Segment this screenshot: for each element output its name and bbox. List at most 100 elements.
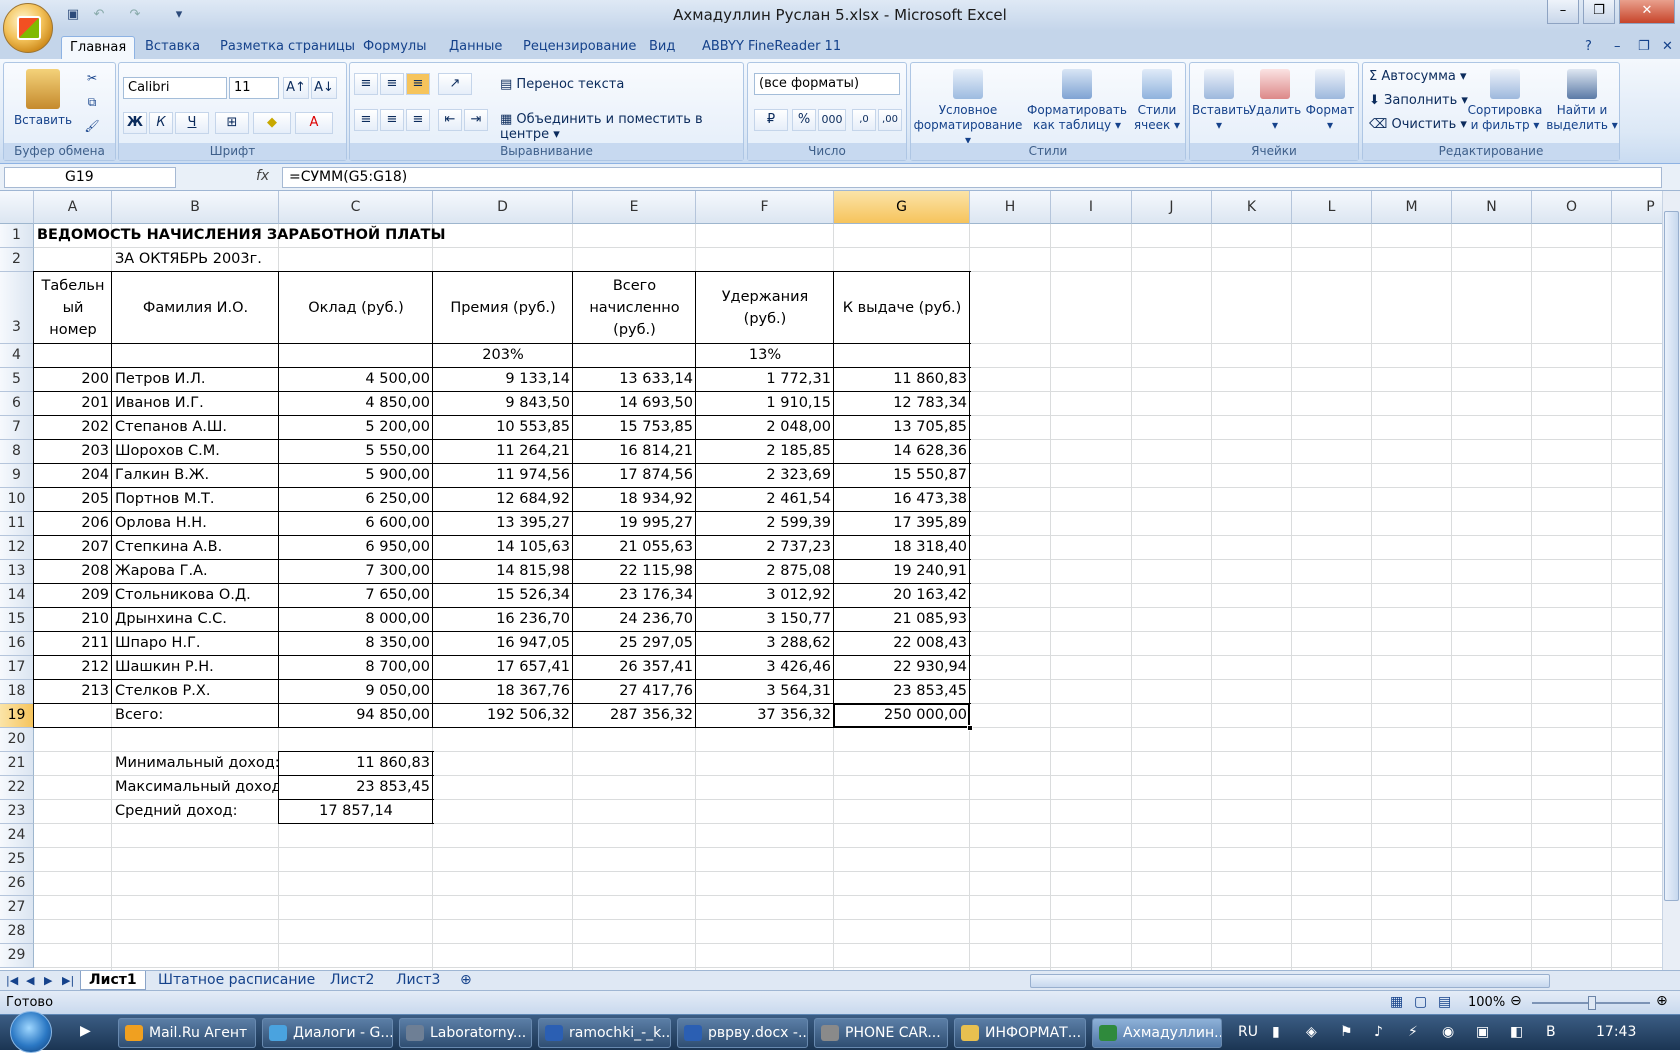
data-cell[interactable]: 16 814,21: [573, 440, 696, 464]
data-cell[interactable]: 204: [34, 464, 112, 488]
horizontal-scroll-thumb[interactable]: [1030, 974, 1550, 988]
find-select-button[interactable]: Найти и выделить ▾: [1545, 69, 1619, 133]
data-cell[interactable]: 27 417,76: [573, 680, 696, 704]
align-middle-button[interactable]: ≡: [380, 73, 404, 95]
data-cell[interactable]: 8 000,00: [279, 608, 433, 632]
data-cell[interactable]: Степанов А.Ш.: [112, 416, 279, 440]
data-cell[interactable]: Дрынхина С.С.: [112, 608, 279, 632]
column-header-h[interactable]: H: [970, 191, 1051, 224]
data-cell[interactable]: 206: [34, 512, 112, 536]
row-header-6[interactable]: 6: [0, 392, 34, 416]
totals-payout[interactable]: 250 000,00: [834, 704, 970, 728]
tray-torrent-icon[interactable]: ◉: [1442, 1024, 1454, 1040]
tray-antivirus-icon[interactable]: ◈: [1306, 1024, 1317, 1040]
column-header-l[interactable]: L: [1292, 191, 1372, 224]
data-cell[interactable]: 2 048,00: [696, 416, 834, 440]
sheet-title[interactable]: ВЕДОМОСТЬ НАЧИСЛЕНИЯ ЗАРАБОТНОЙ ПЛАТЫ: [34, 224, 445, 248]
row-header-20[interactable]: 20: [0, 728, 34, 752]
data-cell[interactable]: Шорохов С.М.: [112, 440, 279, 464]
stat-label[interactable]: Минимальный доход:: [112, 752, 279, 776]
data-cell[interactable]: 14 105,63: [433, 536, 573, 560]
copy-icon[interactable]: ⧉: [82, 95, 102, 110]
vertical-scroll-thumb[interactable]: [1664, 211, 1679, 901]
data-cell[interactable]: 14 815,98: [433, 560, 573, 584]
zoom-in-icon[interactable]: ⊕: [1656, 993, 1668, 1009]
data-cell[interactable]: Галкин В.Ж.: [112, 464, 279, 488]
bold-button[interactable]: Ж: [123, 112, 147, 134]
cell-styles-button[interactable]: Стили ячеек ▾: [1129, 69, 1185, 133]
stat-label[interactable]: Максимальный доход:: [112, 776, 279, 800]
data-cell[interactable]: 14 628,36: [834, 440, 970, 464]
row-header-27[interactable]: 27: [0, 896, 34, 920]
column-header-o[interactable]: O: [1532, 191, 1612, 224]
data-cell[interactable]: 2 737,23: [696, 536, 834, 560]
data-cell[interactable]: 209: [34, 584, 112, 608]
align-top-button[interactable]: ≡: [354, 73, 378, 95]
totals-accrued[interactable]: 287 356,32: [573, 704, 696, 728]
table-header[interactable]: Фамилия И.О.: [112, 272, 279, 344]
conditional-format-button[interactable]: Условное форматирование ▾: [913, 69, 1023, 148]
font-color-button[interactable]: A: [295, 112, 333, 134]
table-header[interactable]: Оклад (руб.): [279, 272, 433, 344]
bonus-rate-cell[interactable]: 203%: [433, 344, 573, 368]
column-header-a[interactable]: A: [34, 191, 112, 224]
merge-center-button[interactable]: ▦ Объединить и поместить в центре ▾: [500, 112, 743, 142]
data-cell[interactable]: 11 974,56: [433, 464, 573, 488]
stat-value[interactable]: 11 860,83: [279, 752, 433, 776]
data-cell[interactable]: 17 395,89: [834, 512, 970, 536]
data-cell[interactable]: 8 350,00: [279, 632, 433, 656]
fill-color-button[interactable]: ◆: [253, 112, 291, 134]
page-break-view-icon[interactable]: ▤: [1438, 994, 1451, 1010]
column-header-b[interactable]: B: [112, 191, 279, 224]
column-header-m[interactable]: M: [1372, 191, 1452, 224]
ribbon-minimize-icon[interactable]: –: [1606, 36, 1629, 59]
row-header-16[interactable]: 16: [0, 632, 34, 656]
data-cell[interactable]: 9 843,50: [433, 392, 573, 416]
tray-icon-4[interactable]: B: [1546, 1024, 1556, 1040]
data-cell[interactable]: 208: [34, 560, 112, 584]
totals-label[interactable]: Всего:: [112, 704, 279, 728]
table-header[interactable]: Удержания (руб.): [696, 272, 834, 344]
column-header-e[interactable]: E: [573, 191, 696, 224]
data-cell[interactable]: Шпаро Н.Г.: [112, 632, 279, 656]
data-cell[interactable]: 25 297,05: [573, 632, 696, 656]
row-header-22[interactable]: 22: [0, 776, 34, 800]
data-cell[interactable]: 203: [34, 440, 112, 464]
column-header-j[interactable]: J: [1132, 191, 1212, 224]
data-cell[interactable]: 16 947,05: [433, 632, 573, 656]
data-cell[interactable]: 5 550,00: [279, 440, 433, 464]
data-cell[interactable]: 1 772,31: [696, 368, 834, 392]
data-cell[interactable]: 4 500,00: [279, 368, 433, 392]
table-header[interactable]: К выдаче (руб.): [834, 272, 970, 344]
data-cell[interactable]: 12 684,92: [433, 488, 573, 512]
data-cell[interactable]: 18 934,92: [573, 488, 696, 512]
tab-data[interactable]: Данные: [441, 36, 510, 59]
row-header-23[interactable]: 23: [0, 800, 34, 824]
tab-page-layout[interactable]: Разметка страницы: [212, 36, 363, 59]
vertical-scrollbar[interactable]: [1662, 191, 1680, 970]
close-button[interactable]: ✕: [1619, 0, 1675, 24]
taskbar-item[interactable]: Диалоги - G...: [262, 1018, 393, 1048]
sheet-tab-staff[interactable]: Штатное расписание: [150, 971, 323, 990]
tray-icon-1[interactable]: ▮: [1272, 1024, 1280, 1040]
data-cell[interactable]: 10 553,85: [433, 416, 573, 440]
sheet-subtitle[interactable]: ЗА ОКТЯБРЬ 2003г.: [112, 248, 279, 272]
ribbon-close-icon[interactable]: ✕: [1654, 36, 1680, 59]
format-cells-button[interactable]: Формат ▾: [1302, 69, 1358, 133]
data-cell[interactable]: 5 900,00: [279, 464, 433, 488]
tab-insert[interactable]: Вставка: [137, 36, 208, 59]
data-cell[interactable]: Петров И.Л.: [112, 368, 279, 392]
data-cell[interactable]: 207: [34, 536, 112, 560]
insert-function-icon[interactable]: fx: [256, 168, 269, 184]
data-cell[interactable]: Жарова Г.А.: [112, 560, 279, 584]
table-header[interactable]: Табельн ый номер: [34, 272, 112, 344]
zoom-level[interactable]: 100%: [1468, 995, 1505, 1010]
row-header-11[interactable]: 11: [0, 512, 34, 536]
data-cell[interactable]: 3 288,62: [696, 632, 834, 656]
currency-button[interactable]: ₽: [754, 109, 788, 131]
data-cell[interactable]: 4 850,00: [279, 392, 433, 416]
data-cell[interactable]: 205: [34, 488, 112, 512]
data-cell[interactable]: 24 236,70: [573, 608, 696, 632]
data-cell[interactable]: 7 300,00: [279, 560, 433, 584]
maximize-button[interactable]: ❐: [1583, 0, 1615, 24]
